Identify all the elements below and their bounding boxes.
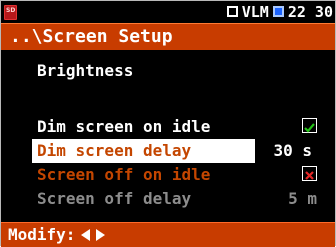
screen-off-delay-label: Screen off delay (37, 189, 192, 208)
clock-label: 22 30 (287, 2, 333, 21)
sd-card-icon: SD (4, 5, 17, 20)
arrow-right-icon[interactable] (96, 229, 105, 241)
screen-off-on-idle-label: Screen off on idle (37, 165, 211, 184)
screen-off-delay-value: 5 m (288, 189, 317, 208)
page-title-bar: ..\Screen Setup (1, 23, 335, 50)
modify-label: Modify: (8, 225, 76, 244)
dim-screen-on-idle-label: Dim screen on idle (37, 117, 211, 136)
screen-off-delay-row: Screen off delay 5 m (32, 187, 319, 211)
screen-off-on-idle-row[interactable]: Screen off on idle (32, 163, 319, 187)
dim-screen-delay-row[interactable]: Dim screen delay 30 s (32, 139, 319, 163)
battery-icon (272, 6, 284, 17)
measurement-mode-icon (226, 6, 238, 17)
status-right: VLM 22 30 (226, 2, 333, 21)
check-icon (304, 123, 315, 133)
dim-screen-on-idle-row[interactable]: Dim screen on idle (32, 115, 319, 139)
dim-screen-delay-value: 30 s (273, 141, 312, 160)
page-title: ..\Screen Setup (10, 26, 173, 47)
measurement-mode-label: VLM (241, 2, 269, 21)
screen-off-on-idle-checkbox[interactable] (302, 166, 317, 181)
dim-screen-delay-label: Dim screen delay (37, 141, 192, 160)
modify-footer: Modify: (1, 222, 335, 247)
brightness-label: Brightness (37, 61, 134, 80)
sd-card-label: SD (6, 7, 16, 14)
cross-icon (305, 171, 314, 180)
dim-screen-on-idle-checkbox[interactable] (302, 118, 317, 133)
brightness-row[interactable]: Brightness (32, 59, 319, 83)
settings-list: Brightness Dim screen on idle Dim screen… (32, 59, 321, 208)
dim-screen-delay-value-box[interactable]: 30 s (255, 139, 319, 163)
device-screen: SD VLM 22 30 ..\Screen Setup Brightness … (0, 0, 336, 247)
arrow-left-icon[interactable] (81, 229, 90, 241)
status-bar: SD VLM 22 30 (1, 1, 335, 22)
